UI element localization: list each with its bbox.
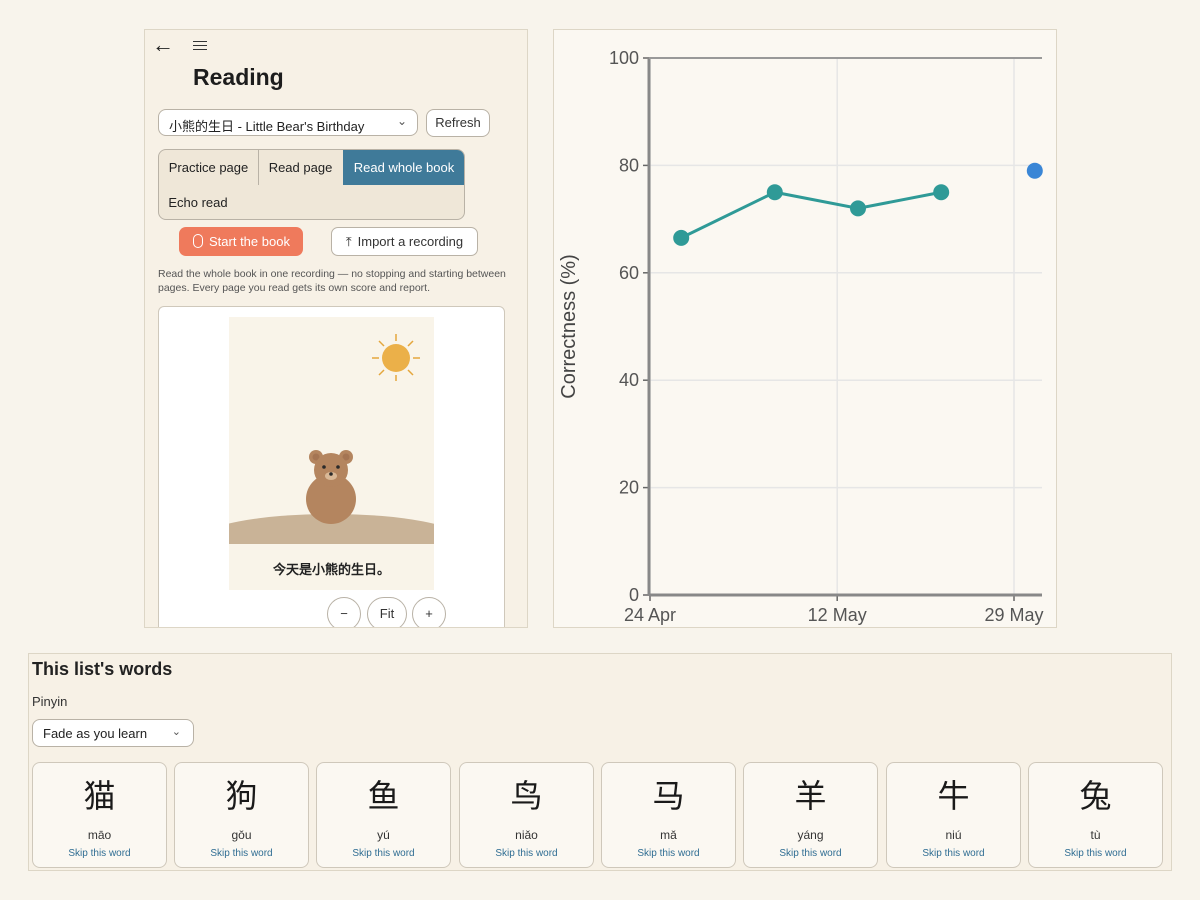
tab-read-page[interactable]: Read page (258, 150, 343, 185)
word-card: 羊 yáng Skip this word (743, 762, 878, 868)
x-tick-label: 12 May (808, 605, 867, 625)
word-pinyin: niǎo (515, 828, 538, 842)
skip-word-link[interactable]: Skip this word (175, 848, 308, 859)
word-card: 马 mǎ Skip this word (601, 762, 736, 868)
mode-description: Read the whole book in one recording — n… (158, 268, 506, 294)
word-card: 猫 māo Skip this word (32, 762, 167, 868)
word-pinyin: gǒu (231, 828, 252, 842)
reader-panel: ← Reading 小熊的生日 - Little Bear's Birthday… (144, 29, 528, 628)
chevron-down-icon: ⌄ (171, 726, 181, 738)
mode-tabs: Practice page Read page Read whole book … (158, 149, 465, 220)
pinyin-mode-select[interactable]: Fade as you learn ⌄ (32, 719, 194, 747)
word-pinyin: mǎ (660, 828, 677, 842)
y-tick-label: 100 (609, 48, 639, 68)
start-book-label: Start the book (209, 234, 290, 249)
refresh-button[interactable]: Refresh (426, 109, 490, 137)
tab-echo-read[interactable]: Echo read (159, 185, 237, 219)
data-point (1026, 162, 1043, 179)
x-tick-label: 24 Apr (624, 605, 676, 625)
y-tick-label: 0 (629, 585, 639, 605)
zoom-fit-button[interactable]: Fit (367, 597, 407, 627)
chevron-down-icon: ⌄ (396, 114, 407, 128)
word-list-title: This list's words (32, 659, 173, 679)
word-card: 牛 niú Skip this word (886, 762, 1021, 868)
y-tick-label: 40 (619, 370, 639, 390)
y-tick-label: 60 (619, 263, 639, 283)
import-recording-button[interactable]: ⤒ Import a recording (331, 227, 478, 256)
skip-word-link[interactable]: Skip this word (460, 848, 593, 859)
data-point (933, 184, 950, 201)
book-select-value: 小熊的生日 - Little Bear's Birthday (169, 119, 365, 134)
word-list-panel: This list's words Pinyin Fade as you lea… (28, 653, 1172, 871)
word-hanzi: 马 (652, 777, 685, 815)
word-card: 狗 gǒu Skip this word (174, 762, 309, 868)
word-pinyin: yáng (797, 828, 824, 842)
skip-word-link[interactable]: Skip this word (317, 848, 450, 859)
tab-practice-page[interactable]: Practice page (159, 150, 259, 185)
word-hanzi: 兔 (1079, 777, 1112, 815)
y-tick-label: 80 (619, 155, 639, 175)
word-hanzi: 狗 (225, 777, 258, 815)
page-illustration: 今天是小熊的生日。 (229, 317, 434, 590)
correctness-chart: 0 20 40 60 80 100 24 Apr 12 May 29 May Correctnes… (558, 48, 1044, 625)
skip-word-link[interactable]: Skip this word (33, 848, 166, 859)
x-tick-label: 29 May (984, 605, 1043, 625)
y-axis-label: Correctness (%) (558, 254, 580, 398)
progress-chart-panel: 0 20 40 60 80 100 24 Apr 12 May 29 May Correctnes… (553, 29, 1057, 628)
start-book-button[interactable]: Start the book (179, 227, 303, 256)
page-caption: 今天是小熊的生日。 (272, 562, 390, 577)
word-card: 鱼 yú Skip this word (316, 762, 451, 868)
skip-word-link[interactable]: Skip this word (1029, 848, 1162, 859)
skip-word-link[interactable]: Skip this word (602, 848, 735, 859)
menu-icon[interactable] (193, 38, 207, 53)
word-hanzi: 猫 (83, 777, 116, 815)
skip-word-link[interactable]: Skip this word (887, 848, 1020, 859)
zoom-out-button[interactable]: − (327, 597, 361, 627)
import-recording-label: Import a recording (357, 234, 464, 249)
pinyin-label: Pinyin (32, 694, 68, 709)
tab-read-whole-book[interactable]: Read whole book (343, 150, 464, 185)
bear-illustration (229, 334, 434, 590)
skip-word-link[interactable]: Skip this word (744, 848, 877, 859)
word-card: 兔 tù Skip this word (1028, 762, 1163, 868)
book-page-viewer: 今天是小熊的生日。 − Fit + (158, 306, 505, 627)
back-arrow-icon[interactable]: ← (152, 32, 174, 58)
data-point (673, 229, 690, 246)
microphone-icon (193, 234, 203, 248)
page-title: Reading (193, 64, 284, 90)
word-pinyin: yú (377, 828, 390, 842)
word-pinyin: māo (87, 828, 112, 842)
word-hanzi: 牛 (937, 777, 970, 815)
zoom-in-button[interactable]: + (412, 597, 446, 627)
word-pinyin: niú (945, 828, 962, 842)
word-pinyin: tù (1090, 828, 1101, 842)
upload-icon: ⤒ (345, 234, 352, 249)
pinyin-mode-value: Fade as you learn (43, 726, 148, 741)
word-hanzi: 鸟 (510, 777, 543, 815)
y-tick-label: 20 (619, 478, 639, 498)
word-card: 鸟 niǎo Skip this word (459, 762, 594, 868)
data-point (766, 184, 783, 201)
series-line (680, 190, 942, 240)
word-hanzi: 鱼 (367, 777, 400, 815)
data-point (850, 200, 866, 217)
word-hanzi: 羊 (794, 777, 827, 815)
book-select[interactable]: 小熊的生日 - Little Bear's Birthday ⌄ (158, 109, 418, 136)
